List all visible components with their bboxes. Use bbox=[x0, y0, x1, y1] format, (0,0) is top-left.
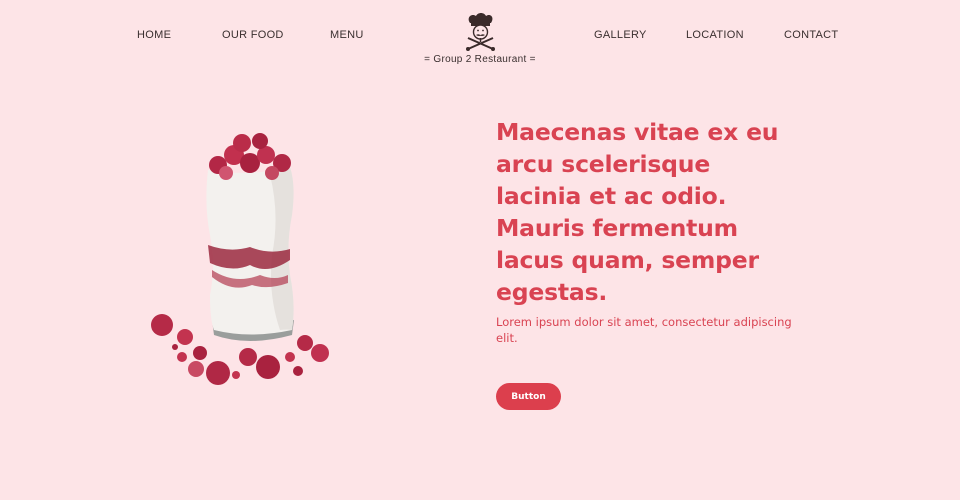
restaurant-name: = Group 2 Restaurant = bbox=[424, 54, 536, 65]
nav-gallery[interactable]: GALLERY bbox=[594, 29, 647, 41]
raspberry-parfait-image bbox=[151, 133, 329, 385]
hero-subtext: Lorem ipsum dolor sit amet, consectetur … bbox=[496, 315, 792, 345]
cta-button[interactable]: Button bbox=[496, 383, 561, 410]
chef-logo-icon[interactable] bbox=[458, 11, 502, 53]
nav-menu[interactable]: MENU bbox=[330, 29, 364, 41]
nav-our-food[interactable]: OUR FOOD bbox=[222, 29, 284, 41]
hero-headline: Maecenas vitae ex eu arcu scelerisque la… bbox=[496, 118, 779, 306]
nav-location[interactable]: LOCATION bbox=[686, 29, 744, 41]
nav-contact[interactable]: CONTACT bbox=[784, 29, 838, 41]
nav-home[interactable]: HOME bbox=[137, 29, 171, 41]
